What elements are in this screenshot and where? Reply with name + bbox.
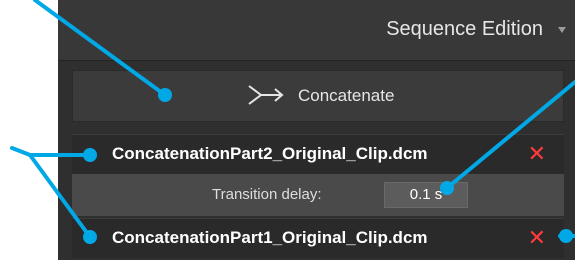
panel-header: Sequence Edition xyxy=(58,0,575,61)
clip-name: ConcatenationPart2_Original_Clip.dcm xyxy=(112,144,428,163)
panel-title: Sequence Edition xyxy=(386,18,543,40)
transition-delay-label: Transition delay: xyxy=(212,186,322,203)
clip-row[interactable]: ConcatenationPart1_Original_Clip.dcm ✕ xyxy=(72,218,564,258)
dropdown-caret-icon[interactable] xyxy=(557,26,567,34)
sequence-edition-panel: Sequence Edition Concatenate Concatenati… xyxy=(58,0,575,260)
remove-clip-icon[interactable]: ✕ xyxy=(528,227,546,249)
transition-delay-row: Transition delay: 0.1 s xyxy=(72,174,564,216)
remove-clip-icon[interactable]: ✕ xyxy=(528,143,546,165)
merge-arrow-icon xyxy=(248,85,284,105)
concatenate-button[interactable]: Concatenate xyxy=(72,70,564,122)
concatenate-label: Concatenate xyxy=(298,86,395,105)
clip-name: ConcatenationPart1_Original_Clip.dcm xyxy=(112,228,428,247)
transition-delay-input[interactable]: 0.1 s xyxy=(384,182,468,208)
clip-row[interactable]: ConcatenationPart2_Original_Clip.dcm ✕ xyxy=(72,134,564,174)
